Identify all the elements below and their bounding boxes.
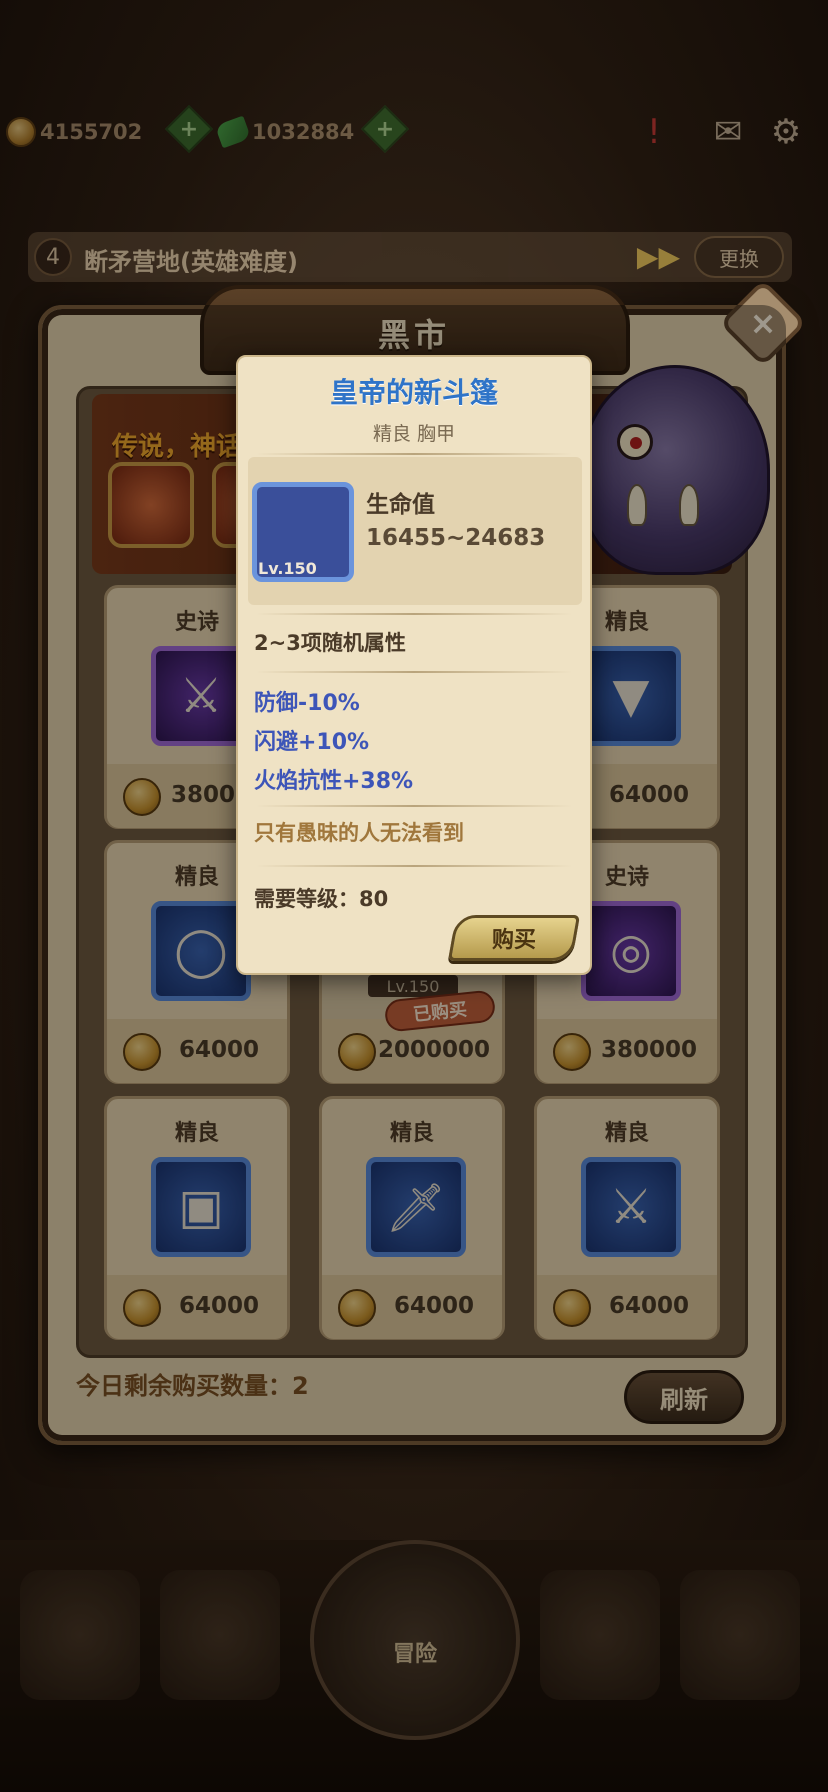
nav-dim-overlay — [0, 1540, 828, 1792]
add-gem-button[interactable]: + — [360, 104, 410, 154]
gem-amount: 1032884 — [252, 120, 355, 144]
attr-line: 闪避+10% — [254, 730, 370, 755]
divider — [256, 613, 572, 615]
item-price: 64000 — [178, 1293, 260, 1319]
stat-name: 生命值 — [366, 492, 435, 518]
shop-item-card[interactable]: 精良 🗡 64000 — [319, 1096, 505, 1340]
coin-icon — [553, 1033, 591, 1071]
item-rarity: 精良 — [174, 1121, 219, 1146]
divider — [256, 865, 572, 867]
plus-icon: + — [375, 116, 395, 142]
flavor-text: 只有愚昧的人无法看到 — [254, 821, 464, 845]
add-gold-button[interactable]: + — [164, 104, 214, 154]
game-screen: 4155702 + 1032884 + ! ✉ ⚙ 4 断矛营地(英雄难度) ▶… — [0, 0, 828, 1792]
coin-icon — [123, 1289, 161, 1327]
stat-value: 16455~24683 — [366, 525, 546, 551]
item-price: 2000000 — [377, 1037, 491, 1063]
cape-icon: ▼ — [581, 646, 681, 746]
merchant-monster-icon — [580, 365, 770, 575]
gem-counter: 1032884 — [214, 114, 355, 150]
monster-tusk — [679, 484, 699, 526]
book-icon: ▣ — [151, 1157, 251, 1257]
refresh-button[interactable]: 刷新 — [624, 1370, 744, 1424]
bracelet-icon: ◎ — [581, 901, 681, 1001]
mail-icon[interactable]: ✉ — [706, 110, 750, 154]
item-level: Lv.150 — [258, 559, 317, 578]
stage-bar: 4 断矛营地(英雄难度) ▶▶ 更换 — [28, 232, 792, 282]
coin-icon — [338, 1289, 376, 1327]
item-price: 64000 — [608, 1293, 690, 1319]
divider — [256, 453, 572, 455]
coin-icon — [123, 778, 161, 816]
item-type: 精良 胸甲 — [372, 423, 456, 445]
coin-icon — [123, 1033, 161, 1071]
gem-icon — [214, 115, 252, 149]
buy-label: 购买 — [491, 928, 536, 953]
coin-icon — [338, 1033, 376, 1071]
stage-number: 4 — [34, 238, 72, 276]
item-price: 64000 — [178, 1037, 260, 1063]
divider — [256, 805, 572, 807]
gold-amount: 4155702 — [40, 120, 143, 144]
shop-item-card[interactable]: 精良 ⚔ 64000 — [534, 1096, 720, 1340]
shop-item-card[interactable]: 精良 ▣ 64000 — [104, 1096, 290, 1340]
panel-title: 黑市 — [377, 316, 450, 354]
item-price: 64000 — [393, 1293, 475, 1319]
item-rarity: 精良 — [604, 1121, 649, 1146]
gear-icon[interactable]: ⚙ — [764, 110, 808, 154]
buy-button[interactable]: 购买 — [447, 915, 581, 961]
swap-stage-button[interactable]: 更换 — [694, 236, 784, 278]
resource-bar: 4155702 + 1032884 + ! ✉ ⚙ — [0, 100, 828, 165]
close-icon: × — [749, 304, 777, 342]
plus-icon: + — [179, 116, 199, 142]
alert-avatar-icon[interactable]: ! — [632, 110, 676, 154]
item-rarity: 精良 — [389, 1121, 434, 1146]
dagger-icon: ⚔ — [581, 1157, 681, 1257]
banner-text: 传说，神话 — [112, 432, 243, 462]
random-attrs-label: 2~3项随机属性 — [254, 631, 406, 655]
sword-icon: 🗡 — [366, 1157, 466, 1257]
item-price: 64000 — [608, 782, 690, 808]
divider — [256, 671, 572, 673]
monster-tusk — [627, 484, 647, 526]
monster-eye — [617, 424, 653, 460]
fast-forward-icon[interactable]: ▶▶ — [637, 240, 680, 273]
stage-title: 断矛营地(英雄难度) — [84, 248, 298, 276]
attr-line: 火焰抗性+38% — [254, 769, 414, 794]
gold-counter: 4155702 — [6, 114, 142, 150]
coin-icon — [553, 1289, 591, 1327]
item-price: 380000 — [600, 1037, 698, 1063]
attr-line: 防御-10% — [254, 691, 360, 716]
remaining-purchases: 今日剩余购买数量：2 — [76, 1372, 309, 1400]
gold-coin-icon — [6, 117, 36, 147]
scepter-icon — [108, 462, 194, 548]
item-tooltip: 皇帝的新斗篷 精良 胸甲 Lv.150 生命值 16455~24683 2~3项… — [236, 355, 592, 975]
item-name: 皇帝的新斗篷 — [329, 376, 498, 409]
level-requirement: 需要等级：80 — [254, 887, 389, 911]
